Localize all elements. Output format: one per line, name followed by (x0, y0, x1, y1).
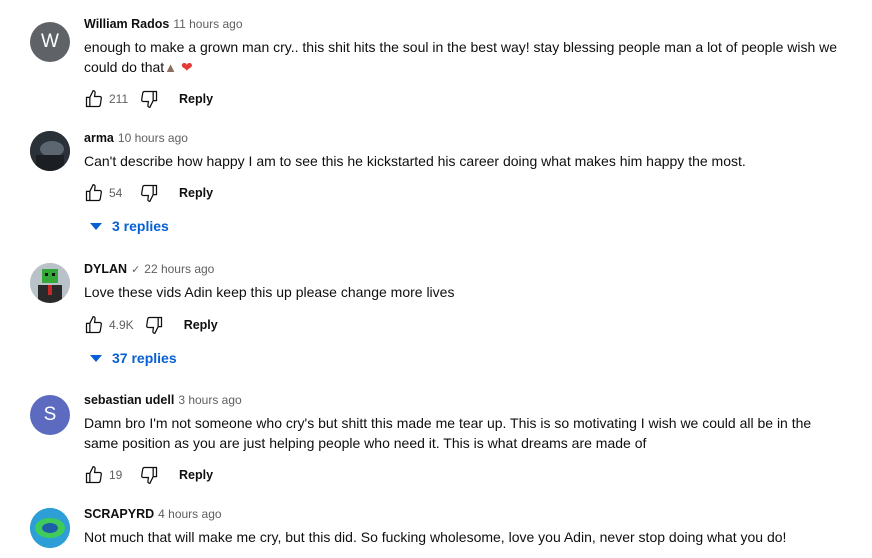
like-count: 211 (109, 92, 129, 106)
comment-text: enough to make a grown man cry.. this sh… (84, 39, 838, 75)
avatar[interactable] (30, 263, 70, 303)
comment-author[interactable]: arma (84, 131, 114, 145)
caret-down-icon (90, 354, 102, 362)
view-replies-button[interactable]: 37 replies (86, 347, 177, 369)
comment-text: Love these vids Adin keep this up please… (84, 284, 455, 300)
avatar[interactable] (30, 508, 70, 548)
like-icon[interactable] (84, 465, 104, 485)
avatar-image (30, 508, 70, 548)
like-icon[interactable] (84, 315, 104, 335)
reply-button[interactable]: Reply (173, 182, 219, 204)
folded-hands-icon: ▲ (164, 60, 178, 75)
like-count: 54 (109, 186, 123, 200)
caret-down-icon (90, 222, 102, 230)
comment-author[interactable]: SCRAPYRD (84, 507, 154, 521)
avatar[interactable] (30, 131, 70, 171)
comment-author[interactable]: sebastian udell (84, 393, 174, 407)
comment-text: Damn bro I'm not someone who cry's but s… (84, 415, 812, 451)
comment-author[interactable]: DYLAN (84, 262, 127, 276)
dislike-icon[interactable] (139, 465, 159, 485)
comment-text: Not much that will make me cry, but this… (84, 529, 787, 545)
comment-timestamp[interactable]: 10 hours ago (118, 131, 188, 145)
dislike-icon[interactable] (139, 183, 159, 203)
comment-timestamp[interactable]: 4 hours ago (158, 507, 221, 521)
reply-button[interactable]: Reply (178, 314, 224, 336)
avatar[interactable]: W (30, 22, 70, 62)
like-icon[interactable] (84, 183, 104, 203)
like-count: 4.9K (109, 318, 134, 332)
avatar-image (30, 131, 70, 171)
comment-timestamp[interactable]: 22 hours ago (144, 262, 214, 276)
comment-timestamp[interactable]: 11 hours ago (173, 17, 242, 31)
comment-text: Can't describe how happy I am to see thi… (84, 153, 746, 169)
dislike-icon[interactable] (144, 315, 164, 335)
dislike-icon[interactable] (139, 89, 159, 109)
reply-button[interactable]: Reply (173, 464, 219, 486)
like-count: 19 (109, 468, 123, 482)
avatar[interactable]: S (30, 395, 70, 435)
like-icon[interactable] (84, 89, 104, 109)
red-heart-icon: ❤ (180, 59, 193, 75)
comment-author[interactable]: William Rados (84, 17, 169, 31)
avatar-image (30, 263, 70, 303)
comment-timestamp[interactable]: 3 hours ago (178, 393, 241, 407)
reply-button[interactable]: Reply (173, 88, 219, 110)
view-replies-button[interactable]: 3 replies (86, 215, 169, 237)
checkmark-icon: ✓ (131, 264, 141, 276)
